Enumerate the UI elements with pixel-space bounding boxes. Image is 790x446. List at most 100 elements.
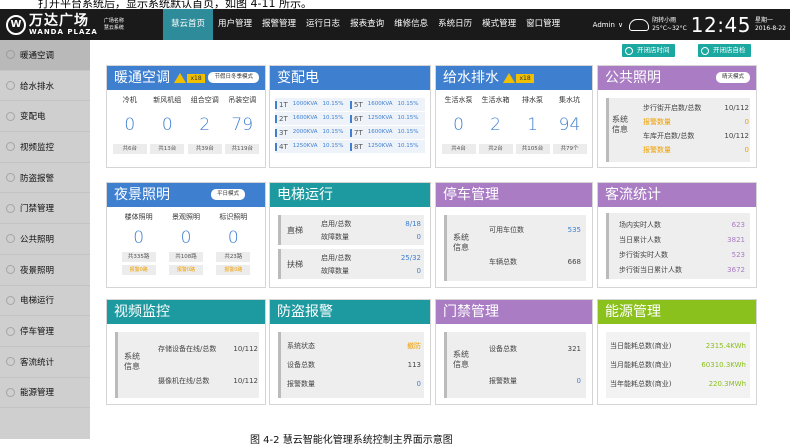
panel-video: 视频监控 系统 信息 存储设备在线/总数 10/112 摄像机在线/总数 10/11…	[106, 299, 266, 405]
access-info: 系统 信息 设备总数 321 报警数量 0	[444, 332, 586, 398]
hvac-col-fresh-air[interactable]: 新风机组 0 共13台	[149, 90, 187, 154]
nav-report[interactable]: 报表查询	[345, 9, 389, 40]
elevator-group-escalator[interactable]: 扶梯 启用/总数 25/32 故障数量 0	[278, 249, 424, 279]
nav-user[interactable]: 用户管理	[213, 9, 257, 40]
panel-access: 门禁管理 系统 信息 设备总数 321 报警数量 0	[435, 299, 593, 405]
door-icon	[6, 203, 15, 213]
sidebar-item-energy[interactable]: 能源管理	[0, 378, 90, 409]
sidebar-item-water[interactable]: 给水排水	[0, 71, 90, 102]
panel-title: 门禁管理	[443, 304, 499, 320]
panel-elevator: 电梯运行 直梯 启用/总数 8/18 故障数量 0 扶梯 启用/总数 25/32 故障…	[269, 182, 431, 288]
logo-sub-2: 慧云系统	[103, 24, 124, 31]
night-col-landscape[interactable]: 景观照明 0 共108路 报警0路	[163, 207, 210, 275]
people-icon	[6, 357, 15, 367]
weather: 阴转小雨 25°C~32°C	[652, 16, 687, 32]
lighting-info: 系统 信息 步行街开启数/总数 10/112 报警数量 0 车库开启数/总数 10/1…	[606, 98, 750, 162]
water-icon	[6, 81, 15, 91]
logo: W 万达广场 WANDA PLAZA 广场名称 慧云系统	[6, 12, 124, 37]
panel-title: 防盗报警	[277, 304, 333, 320]
panel-parking: 停车管理 系统 信息 可用车位数 535 车辆总数 668	[435, 182, 593, 288]
nav-alarm[interactable]: 报警管理	[257, 9, 301, 40]
sidebar-item-video[interactable]: 视频监控	[0, 132, 90, 163]
moon-icon	[6, 265, 15, 275]
power-icon	[6, 111, 15, 121]
transformer-row[interactable]: 1T 1000KVA 10.15% 5T 1600KVA 10.15%	[275, 98, 425, 111]
camera-icon	[6, 142, 15, 152]
logo-en: WANDA PLAZA	[29, 27, 98, 36]
warning-icon	[503, 73, 516, 83]
admin-user[interactable]: Admin	[593, 21, 615, 29]
panel-burglar-alarm: 防盗报警 系统状态 撤防 设备总数 113 报警数量 0	[269, 299, 431, 405]
panel-title: 能源管理	[605, 304, 661, 320]
nav-mode[interactable]: 模式管理	[477, 9, 521, 40]
chevron-down-icon[interactable]: ∨	[618, 21, 623, 29]
nav-calendar[interactable]: 系统日历	[433, 9, 477, 40]
sidebar-item-access[interactable]: 门禁管理	[0, 193, 90, 225]
panel-title: 变配电	[277, 70, 319, 86]
panel-energy: 能源管理 当日能耗总数(商业) 2315.4KWh 当月能耗总数(商业) 60310…	[597, 299, 757, 405]
water-col-pump[interactable]: 生活水泵 0 共4台	[440, 90, 477, 154]
panel-water: 给水排水 x18 生活水泵 0 共4台 生活水箱 2 共2台 排水泵 1 共105台 集水坑…	[435, 65, 593, 168]
sidebar: 暖通空调 给水排水 变配电 视频监控 防盗报警 门禁管理 公共照明 夜景照明 电…	[0, 40, 90, 439]
transformer-row[interactable]: 4T 1250KVA 10.15% 8T 1250KVA 10.15%	[275, 140, 425, 153]
nav-log[interactable]: 运行日志	[301, 9, 345, 40]
panel-title: 电梯运行	[277, 187, 333, 203]
top-cut-text: 打开平台系统后，显示系统默认首页，如图 4-11 所示。	[0, 0, 790, 9]
weather-mode-button[interactable]: 晴天模式	[715, 72, 750, 83]
water-col-sump[interactable]: 集水坑 94 共79个	[551, 90, 588, 154]
water-col-drain[interactable]: 排水泵 1 共105台	[514, 90, 551, 154]
sidebar-item-alarm[interactable]: 防盗报警	[0, 163, 90, 194]
nav-window[interactable]: 窗口管理	[521, 9, 565, 40]
sidebar-item-parking[interactable]: 停车管理	[0, 316, 90, 347]
warning-icon	[174, 73, 187, 83]
clock: 12:45	[690, 12, 751, 37]
alarm-count-badge[interactable]: x18	[516, 73, 534, 83]
panel-title: 视频监控	[114, 304, 170, 320]
night-col-sign[interactable]: 标识照明 0 共23路 报警0路	[210, 207, 257, 275]
energy-icon	[6, 387, 15, 397]
alarm-info: 系统状态 撤防 设备总数 113 报警数量 0	[278, 332, 424, 398]
sidebar-item-hvac[interactable]: 暖通空调	[0, 40, 90, 71]
elevator-icon	[6, 295, 15, 305]
night-col-building[interactable]: 楼体照明 0 共335路 报警0路	[115, 207, 162, 275]
clock-icon	[625, 46, 633, 55]
panel-night-lighting: 夜景照明 平日模式 楼体照明 0 共335路 报警0路 景观照明 0 共108路 报警0路 …	[106, 182, 266, 288]
sidebar-item-night[interactable]: 夜景照明	[0, 255, 90, 286]
car-icon	[6, 326, 15, 336]
hvac-col-combined-ac[interactable]: 组合空调 2 共39台	[186, 90, 224, 154]
hvac-col-ceiling-ac[interactable]: 吊装空调 79 共119台	[224, 90, 262, 154]
cloud-icon	[629, 18, 650, 31]
check-icon	[701, 46, 709, 55]
sidebar-item-power[interactable]: 变配电	[0, 101, 90, 133]
panel-title: 公共照明	[605, 70, 661, 86]
panel-hvac: 暖通空调 x18 节假日冬季模式 冷机 0 共6台 新风机组 0 共13台 组合空调 2 共…	[106, 65, 266, 168]
logo-cn: 万达广场	[29, 12, 89, 29]
panel-title: 夜景照明	[114, 187, 170, 203]
panel-title: 暖通空调	[114, 70, 170, 86]
traffic-info: 场内实时人数 623 当日累计人数 3821 步行街实时人数 523 步行街当日累计人…	[606, 213, 750, 279]
main-nav: 慧云首页 用户管理 报警管理 运行日志 报表查询 维修信息 系统日历 模式管理 …	[163, 9, 565, 40]
day-mode-button[interactable]: 平日模式	[210, 189, 245, 200]
sidebar-item-lighting[interactable]: 公共照明	[0, 224, 90, 255]
season-mode-button[interactable]: 节假日冬季模式	[208, 72, 259, 83]
transformer-row[interactable]: 2T 1600KVA 10.15% 6T 1250KVA 10.15%	[275, 112, 425, 125]
hvac-col-chiller[interactable]: 冷机 0 共6台	[111, 90, 149, 154]
sidebar-item-elevator[interactable]: 电梯运行	[0, 286, 90, 317]
logo-mark-icon: W	[6, 14, 26, 35]
date: 星期一 2016-8-22	[754, 16, 786, 32]
nav-repair[interactable]: 维修信息	[389, 9, 433, 40]
panel-title: 停车管理	[443, 187, 499, 203]
water-col-tank[interactable]: 生活水箱 2 共2台	[477, 90, 514, 154]
sidebar-item-traffic[interactable]: 客流统计	[0, 347, 90, 378]
panel-lighting: 公共照明 晴天模式 系统 信息 步行街开启数/总数 10/112 报警数量 0 车库…	[597, 65, 757, 168]
header-bar: W 万达广场 WANDA PLAZA 广场名称 慧云系统 慧云首页 用户管理 报…	[0, 9, 790, 40]
nav-home[interactable]: 慧云首页	[163, 9, 214, 40]
panel-traffic: 客流统计 场内实时人数 623 当日累计人数 3821 步行街实时人数 523 步行街…	[597, 182, 757, 288]
parking-info: 系统 信息 可用车位数 535 车辆总数 668	[444, 215, 586, 281]
open-close-time-button[interactable]: 开闭店时间	[622, 44, 675, 57]
open-close-check-button[interactable]: 开闭店自检	[698, 44, 751, 57]
panel-power: 变配电 1T 1000KVA 10.15% 5T 1600KVA 10.15% 2T 16…	[269, 65, 431, 168]
alarm-count-badge[interactable]: x18	[187, 73, 205, 83]
elevator-group-vertical[interactable]: 直梯 启用/总数 8/18 故障数量 0	[278, 215, 424, 245]
transformer-row[interactable]: 3T 2000KVA 10.15% 7T 1600KVA 10.15%	[275, 126, 425, 139]
